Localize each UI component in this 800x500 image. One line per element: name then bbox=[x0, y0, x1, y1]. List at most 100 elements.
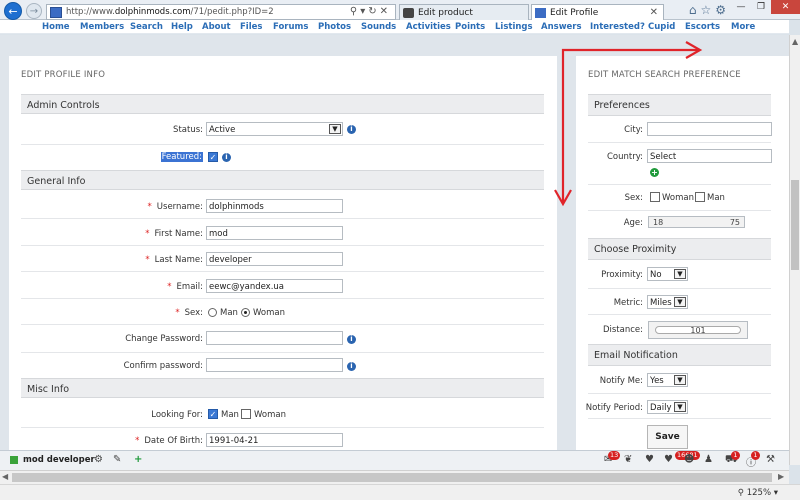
zoom-level[interactable]: ⚲ 125% ▾ bbox=[738, 488, 778, 498]
home-favorites-settings-icons[interactable]: ⌂☆⚙ bbox=[689, 3, 730, 17]
panel-title: EDIT MATCH SEARCH PREFERENCE bbox=[588, 70, 741, 80]
notify-me-select[interactable]: Yes ▼ bbox=[647, 373, 688, 387]
bird-icon[interactable]: ❦ bbox=[624, 454, 632, 465]
address-bar[interactable]: http://www.dolphinmods.com/71/pedit.php?… bbox=[46, 4, 396, 20]
info-icon[interactable]: i bbox=[347, 125, 356, 134]
panel-title: EDIT PROFILE INFO bbox=[21, 70, 106, 80]
lastname-label: * Last Name: bbox=[145, 255, 203, 265]
nav-search[interactable]: Search bbox=[130, 22, 163, 32]
vertical-scrollbar[interactable]: ▲ bbox=[789, 35, 800, 465]
country-select[interactable]: Select bbox=[647, 149, 772, 163]
cart-badge: 1 bbox=[731, 451, 740, 460]
lastname-input[interactable]: developer bbox=[206, 252, 343, 266]
nav-sounds[interactable]: Sounds bbox=[361, 22, 396, 32]
chevron-down-icon: ▼ bbox=[674, 297, 686, 307]
username-input[interactable]: dolphinmods bbox=[206, 199, 343, 213]
notify-me-value: Yes bbox=[650, 376, 664, 386]
row-divider bbox=[588, 288, 771, 289]
featured-checkbox[interactable]: ✓ bbox=[208, 152, 218, 162]
row-divider bbox=[588, 142, 771, 143]
dock-user[interactable]: mod developer bbox=[10, 455, 95, 465]
nav-answers[interactable]: Answers bbox=[541, 22, 582, 32]
change-password-label: Change Password: bbox=[125, 334, 203, 344]
tab-close-icon[interactable]: ✕ bbox=[650, 7, 658, 18]
age-range-slider[interactable]: 18 75 bbox=[648, 216, 745, 228]
section-preferences: Preferences bbox=[588, 94, 771, 116]
scroll-left-icon[interactable]: ◀ bbox=[2, 472, 8, 481]
distance-slider[interactable]: 101 bbox=[648, 321, 748, 339]
scroll-up-icon[interactable]: ▲ bbox=[792, 37, 798, 46]
row-divider bbox=[21, 427, 544, 428]
looking-woman-checkbox[interactable] bbox=[241, 409, 251, 419]
dob-input[interactable]: 1991-04-21 bbox=[206, 433, 343, 447]
add-country-icon[interactable]: + bbox=[650, 168, 659, 177]
looking-man-checkbox[interactable]: ✓ bbox=[208, 409, 218, 419]
change-password-input[interactable] bbox=[206, 331, 343, 345]
add-icon[interactable]: + bbox=[134, 454, 142, 465]
minimize-icon[interactable]: — bbox=[731, 0, 751, 14]
section-email-notification: Email Notification bbox=[588, 344, 771, 366]
tab-label: Edit product bbox=[418, 8, 473, 18]
horizontal-scroll-thumb[interactable] bbox=[12, 473, 772, 482]
person-icon[interactable]: ♟ bbox=[704, 454, 713, 465]
nav-cupid[interactable]: Cupid bbox=[648, 22, 675, 32]
proximity-select[interactable]: No ▼ bbox=[647, 267, 688, 281]
pref-woman-option: Woman bbox=[662, 193, 694, 203]
info-icon[interactable]: i bbox=[347, 335, 356, 344]
tab-favicon-icon bbox=[403, 8, 414, 18]
row-divider bbox=[21, 352, 544, 353]
firstname-label-text: First Name: bbox=[154, 229, 203, 239]
nav-points[interactable]: Points bbox=[455, 22, 485, 32]
confirm-password-input[interactable] bbox=[206, 358, 343, 372]
sex-man-radio[interactable] bbox=[208, 308, 217, 317]
wrench-icon[interactable]: ⚒ bbox=[766, 454, 775, 465]
nav-activities[interactable]: Activities bbox=[406, 22, 451, 32]
city-input[interactable] bbox=[647, 122, 772, 136]
sex-woman-radio[interactable] bbox=[241, 308, 250, 317]
nav-more[interactable]: More bbox=[731, 22, 755, 32]
search-refresh-icons[interactable]: ⚲▾↻✕ bbox=[350, 6, 391, 17]
notify-period-value: Daily bbox=[650, 403, 672, 413]
row-divider bbox=[588, 393, 771, 394]
username-label-text: Username: bbox=[156, 202, 203, 212]
match-search-panel: EDIT MATCH SEARCH PREFERENCE Preferences… bbox=[576, 56, 789, 450]
pref-man-checkbox[interactable] bbox=[695, 192, 705, 202]
info-icon[interactable]: i bbox=[347, 362, 356, 371]
site-favicon-icon bbox=[50, 7, 62, 18]
nav-escorts[interactable]: Escorts bbox=[685, 22, 720, 32]
vertical-scroll-thumb[interactable] bbox=[791, 180, 799, 270]
status-select[interactable]: Active ▼ bbox=[206, 122, 343, 136]
forward-arrow-icon[interactable]: → bbox=[26, 3, 42, 19]
nav-interested[interactable]: Interested? bbox=[590, 22, 645, 32]
nav-listings[interactable]: Listings bbox=[495, 22, 533, 32]
nav-members[interactable]: Members bbox=[80, 22, 124, 32]
save-button[interactable]: Save bbox=[647, 425, 688, 449]
info-icon[interactable]: i bbox=[222, 153, 231, 162]
gear-icon[interactable]: ⚙ bbox=[94, 454, 103, 465]
heart-icon[interactable]: ♥ bbox=[645, 454, 654, 465]
email-label: * Email: bbox=[167, 282, 203, 292]
maximize-icon[interactable]: ❐ bbox=[751, 0, 771, 14]
email-input[interactable]: eewc@yandex.ua bbox=[206, 279, 343, 293]
nav-forums[interactable]: Forums bbox=[273, 22, 308, 32]
nav-about[interactable]: About bbox=[202, 22, 231, 32]
pref-woman-checkbox[interactable] bbox=[650, 192, 660, 202]
firstname-input[interactable]: mod bbox=[206, 226, 343, 240]
online-status-icon bbox=[10, 455, 18, 464]
row-divider bbox=[21, 218, 544, 219]
browser-status-bar: ⚲ 125% ▾ bbox=[0, 484, 800, 500]
nav-files[interactable]: Files bbox=[240, 22, 262, 32]
horizontal-scrollbar[interactable]: ◀ ▶ bbox=[0, 470, 789, 484]
metric-select[interactable]: Miles ▼ bbox=[647, 295, 688, 309]
nav-home[interactable]: Home bbox=[42, 22, 70, 32]
edit-icon[interactable]: ✎ bbox=[113, 454, 121, 465]
close-window-icon[interactable]: ✕ bbox=[771, 0, 800, 14]
notify-period-select[interactable]: Daily ▼ bbox=[647, 400, 688, 414]
back-arrow-icon[interactable]: ← bbox=[4, 2, 22, 20]
proximity-value: No bbox=[650, 270, 662, 280]
friends-icon[interactable]: ☻ bbox=[684, 454, 694, 465]
scroll-right-icon[interactable]: ▶ bbox=[778, 472, 784, 481]
heart-icon[interactable]: ♥ bbox=[664, 454, 673, 465]
nav-help[interactable]: Help bbox=[171, 22, 193, 32]
nav-photos[interactable]: Photos bbox=[318, 22, 351, 32]
